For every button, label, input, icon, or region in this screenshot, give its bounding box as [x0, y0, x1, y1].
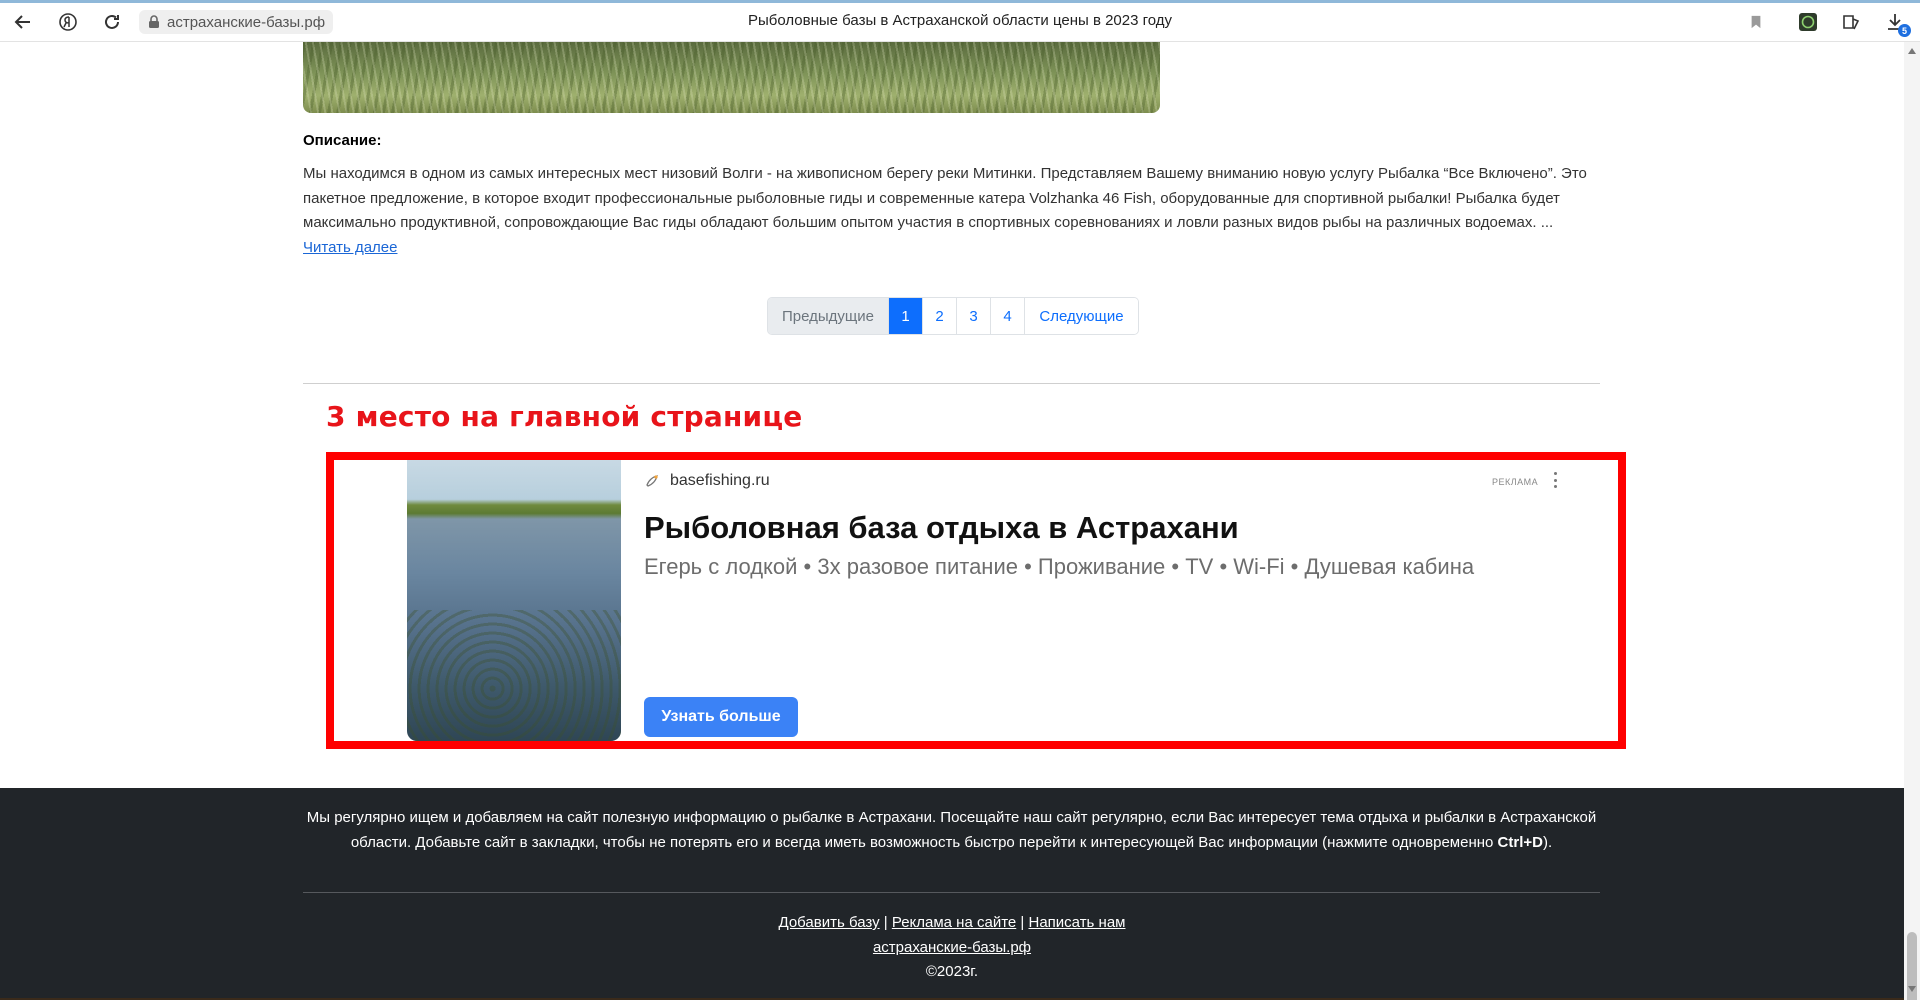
footer-shortcut: Ctrl+D — [1497, 833, 1543, 851]
section-divider — [303, 383, 1600, 384]
toolbar-accent-line — [0, 0, 1920, 3]
ad-image[interactable] — [407, 460, 621, 741]
ad-source[interactable]: basefishing.ru — [644, 472, 770, 490]
scroll-up-arrow-icon[interactable] — [1908, 48, 1916, 54]
ad-source-domain: basefishing.ru — [670, 472, 770, 489]
read-more-link[interactable]: Читать далее — [303, 239, 397, 256]
pagination-prev[interactable]: Предыдущие — [768, 298, 889, 334]
footer-info-tail: ). — [1542, 833, 1553, 851]
ad-label: РЕКЛАМА — [1492, 477, 1539, 487]
page-scrollbar[interactable] — [1904, 42, 1920, 1000]
footer-info: Мы регулярно ищем и добавляем на сайт по… — [303, 806, 1600, 855]
footer-link-write-us[interactable]: Написать нам — [1029, 914, 1126, 931]
site-footer: Мы регулярно ищем и добавляем на сайт по… — [0, 788, 1904, 1000]
pagination-page-2[interactable]: 2 — [923, 298, 957, 334]
description-text: Мы находимся в одном из самых интересных… — [303, 162, 1593, 260]
footer-divider — [303, 892, 1600, 893]
footer-link-add-base[interactable]: Добавить базу — [779, 914, 880, 931]
ad-learn-more-button[interactable]: Узнать больше — [644, 697, 798, 737]
pagination-page-4[interactable]: 4 — [991, 298, 1025, 334]
page-tab-title: Рыболовные базы в Астраханской области ц… — [747, 12, 1173, 29]
pagination-page-1[interactable]: 1 — [889, 298, 923, 334]
bookmark-icon[interactable] — [1743, 9, 1769, 35]
promo-title: 3 место на главной странице — [326, 400, 803, 433]
ad-headline[interactable]: Рыболовная база отдыха в Астрахани — [644, 510, 1239, 546]
pagination: Предыдущие 1 2 3 4 Следующие — [767, 297, 1139, 335]
collections-icon[interactable] — [1838, 9, 1864, 35]
ad-highlight-frame: basefishing.ru РЕКЛАМА Рыболовная база о… — [326, 452, 1626, 749]
footer-link-separator: | — [1020, 914, 1025, 931]
downloads-badge: 5 — [1898, 24, 1911, 37]
browser-toolbar: астраханские-базы.рф Рыболовные базы в А… — [0, 0, 1920, 42]
listing-photo — [303, 42, 1160, 113]
fishing-favicon-icon — [646, 475, 658, 487]
pagination-page-3[interactable]: 3 — [957, 298, 991, 334]
description-heading: Описание: — [303, 132, 382, 149]
footer-copyright: ©2023г. — [925, 963, 979, 980]
footer-site-link[interactable]: астраханские-базы.рф — [873, 939, 1031, 956]
extension-icon[interactable] — [1795, 9, 1821, 35]
footer-link-separator: | — [883, 914, 888, 931]
footer-links: Добавить базу | Реклама на сайте | Напис… — [0, 911, 1904, 985]
ad-more-options-icon[interactable] — [1550, 470, 1560, 490]
scroll-down-arrow-icon[interactable] — [1908, 986, 1916, 992]
ad-subline: Егерь с лодкой • 3х разовое питание • Пр… — [644, 554, 1475, 579]
description-body: Мы находимся в одном из самых интересных… — [303, 165, 1587, 231]
downloads-icon[interactable]: 5 — [1882, 9, 1911, 37]
footer-link-advertising[interactable]: Реклама на сайте — [892, 914, 1016, 931]
footer-info-text: Мы регулярно ищем и добавляем на сайт по… — [306, 809, 1597, 851]
pagination-next[interactable]: Следующие — [1025, 298, 1138, 334]
